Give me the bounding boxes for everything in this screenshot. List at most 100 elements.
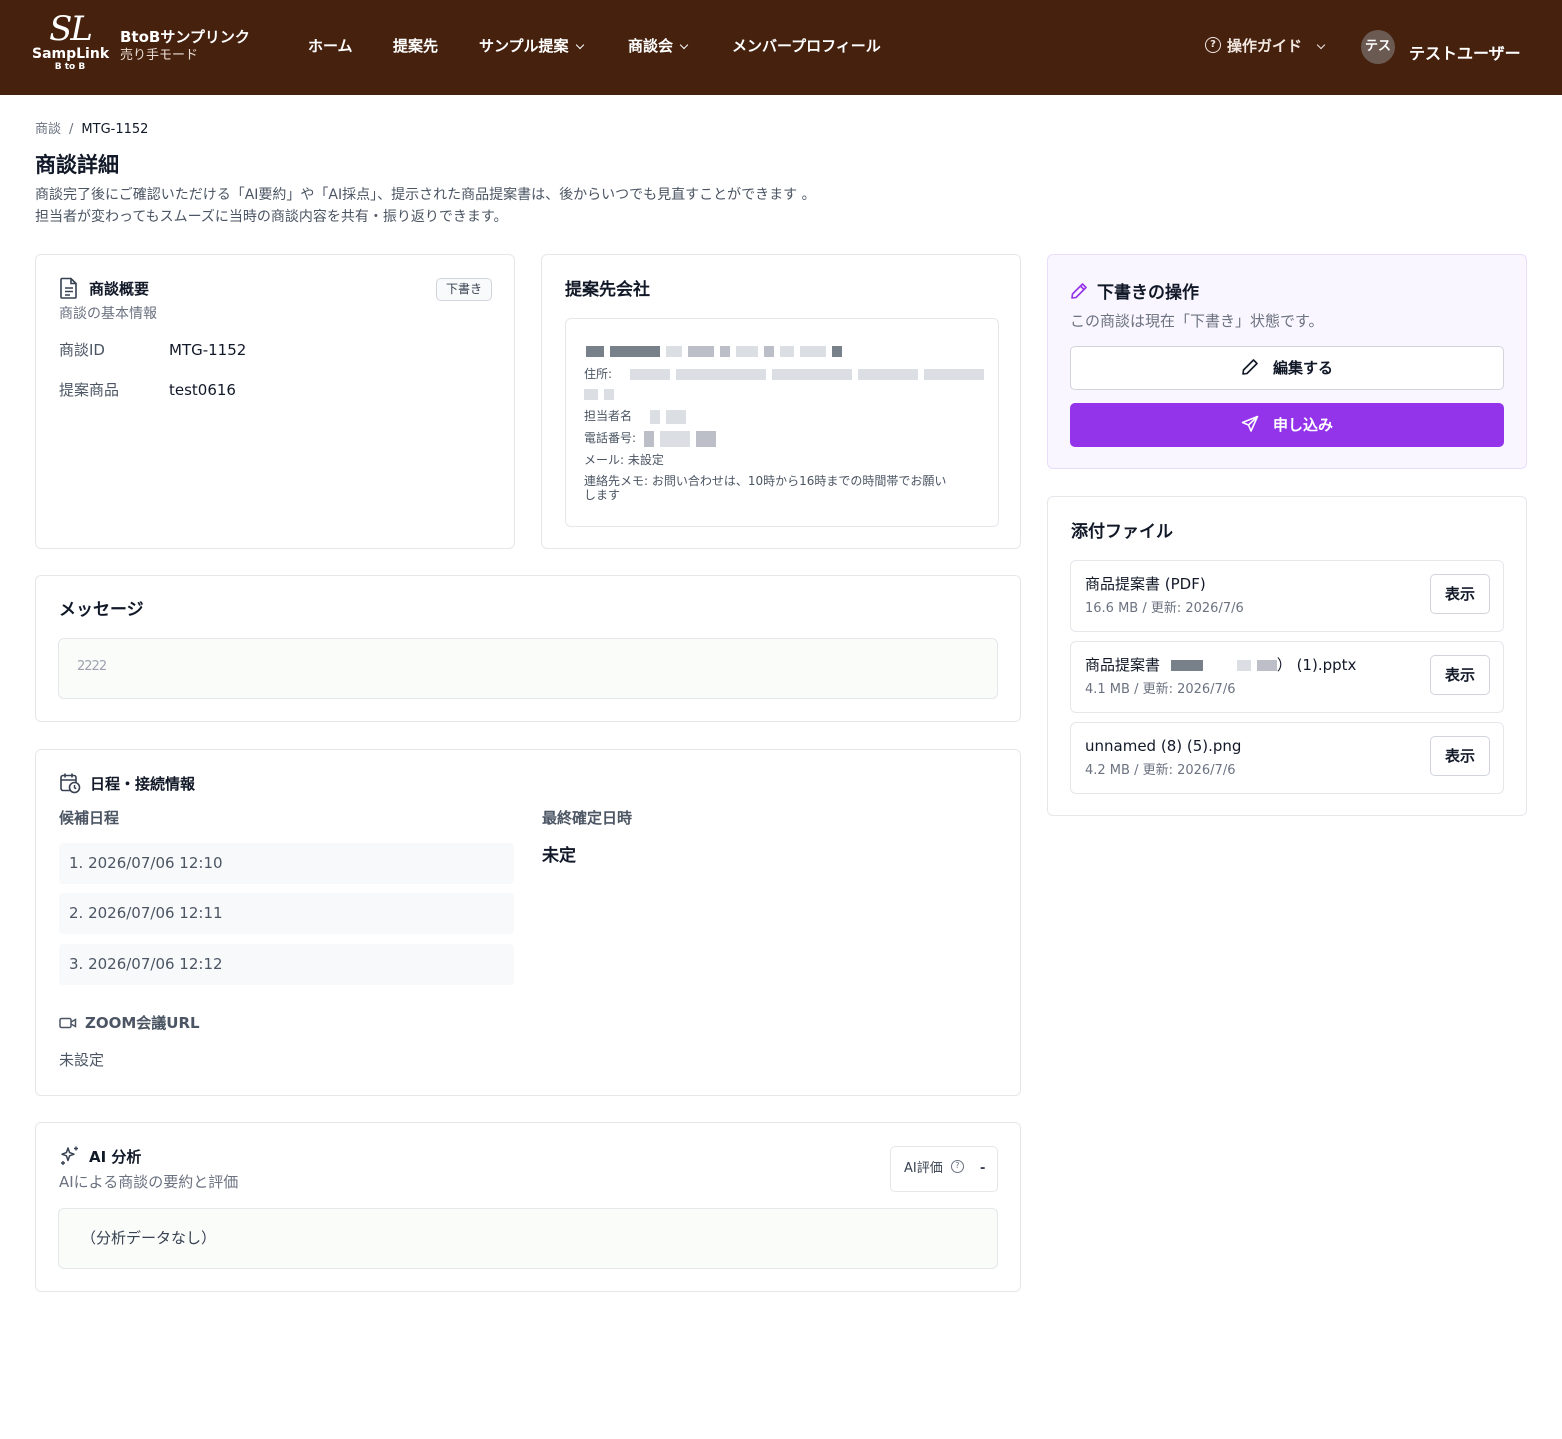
guide-label: 操作ガイド — [1227, 37, 1303, 55]
apply-label: 申し込み — [1272, 416, 1333, 434]
candidates-label: 候補日程 — [59, 809, 120, 827]
overview-card: 商談概要 商談の基本情報 下書き 商談ID MTG-1152 提案商品 test… — [35, 254, 515, 549]
breadcrumb-current: MTG-1152 — [81, 122, 149, 137]
phone-line: 電話番号: — [584, 430, 722, 447]
schedule-card: 日程・接続情報 候補日程 1. 2026/07/06 12:10 2. 2026… — [35, 749, 1021, 1096]
zoom-label: ZOOM会議URL — [85, 1014, 200, 1032]
nav-meetings[interactable]: 商談会 — [628, 34, 689, 58]
ai-subtitle: AIによる商談の要約と評価 — [59, 1173, 239, 1191]
file-item: 商品提案書 (PDF) 16.6 MB / 更新: 2026/7/6 表示 — [1070, 560, 1504, 632]
company-card: 提案先会社 住所: 担当者名 電話番号: メール: 未設定 連絡先メモ: お問い… — [541, 254, 1021, 549]
draft-actions-card: 下書きの操作 この商談は現在「下書き」状態です。 編集する 申し込み — [1047, 254, 1527, 469]
brand: BtoBサンプリンク 売り手モード — [120, 27, 250, 65]
address-label: 住所: — [584, 367, 613, 381]
zoom-value: 未設定 — [59, 1051, 105, 1069]
contact-line: 担当者名 — [584, 408, 692, 424]
ai-title: AI 分析 — [89, 1147, 142, 1166]
nav-member-profile[interactable]: メンバープロフィール — [732, 34, 881, 58]
attachments-title: 添付ファイル — [1071, 522, 1173, 542]
logo-text: SampLink — [32, 46, 110, 62]
avatar[interactable]: テス — [1361, 30, 1395, 64]
nav-sample-proposal[interactable]: サンプル提案 — [479, 34, 584, 58]
ai-analysis-card: AI 分析 AIによる商談の要約と評価 AI評価 ? - （分析データなし） — [35, 1122, 1021, 1292]
view-file-button[interactable]: 表示 — [1430, 736, 1490, 776]
guide-menu[interactable]: ? 操作ガイド — [1205, 34, 1326, 58]
edit-button[interactable]: 編集する — [1070, 346, 1504, 390]
draft-header: 下書きの操作 — [1070, 278, 1199, 303]
file-name: 商品提案書 (PDF) — [1085, 575, 1206, 593]
file-meta: 4.2 MB / 更新: 2026/7/6 — [1085, 763, 1236, 778]
draft-title: 下書きの操作 — [1097, 283, 1199, 303]
file-item: 商品提案書 ） (1).pptx 4.1 MB / 更新: 2026/7/6 表… — [1070, 641, 1504, 713]
logo-sub: B to B — [54, 62, 86, 72]
view-file-button[interactable]: 表示 — [1430, 574, 1490, 614]
message-card: メッセージ 2222 — [35, 575, 1021, 722]
page-desc-line2: 担当者が変わってもスムーズに当時の商談内容を共有・振り返りできます。 — [35, 209, 508, 225]
email-line: メール: 未設定 — [584, 453, 664, 467]
meeting-id-label: 商談ID — [59, 341, 105, 359]
ai-header: AI 分析 — [59, 1145, 141, 1167]
help-circle-icon: ? — [1205, 36, 1221, 53]
address-line: 住所: — [584, 366, 990, 382]
view-file-button[interactable]: 表示 — [1430, 655, 1490, 695]
address-line-2 — [584, 386, 620, 402]
sparkles-icon — [61, 1146, 78, 1165]
ai-rating-value: - — [980, 1161, 986, 1176]
file-meta: 16.6 MB / 更新: 2026/7/6 — [1085, 601, 1244, 616]
page-desc-line1: 商談完了後にご確認いただける「AI要約」や「AI採点」、提示された商品提案書は、… — [35, 187, 816, 203]
final-date-value: 未定 — [542, 846, 576, 866]
attachments-card: 添付ファイル 商品提案書 (PDF) 16.6 MB / 更新: 2026/7/… — [1047, 496, 1527, 816]
phone-label: 電話番号: — [584, 431, 637, 445]
candidate-slot-2: 2. 2026/07/06 12:11 — [59, 893, 514, 934]
brand-mode: 売り手モード — [120, 48, 199, 63]
schedule-title: 日程・接続情報 — [90, 774, 196, 793]
final-date-label: 最終確定日時 — [542, 809, 633, 827]
logo-mark: SL — [49, 9, 93, 49]
samplink-logo[interactable]: SL SampLink B to B — [32, 9, 110, 80]
file-name: unnamed (8) (5).png — [1085, 737, 1242, 755]
file-item: unnamed (8) (5).png 4.2 MB / 更新: 2026/7/… — [1070, 722, 1504, 794]
nav-home[interactable]: ホーム — [308, 34, 353, 58]
ai-empty-text: （分析データなし） — [81, 1229, 217, 1247]
contact-memo: 連絡先メモ: お問い合わせは、10時から16時までの時間帯でお願い します — [584, 474, 984, 502]
company-title: 提案先会社 — [565, 280, 650, 300]
help-circle-icon: ? — [950, 1160, 964, 1173]
candidate-slot-3: 3. 2026/07/06 12:12 — [59, 944, 514, 985]
page-description: 商談完了後にご確認いただける「AI要約」や「AI採点」、提示された商品提案書は、… — [35, 184, 816, 228]
chevron-down-icon — [1316, 40, 1326, 50]
breadcrumb-parent[interactable]: 商談 — [35, 122, 61, 137]
schedule-header: 日程・接続情報 — [59, 772, 195, 794]
status-badge: 下書き — [435, 278, 492, 301]
company-info-box: 住所: 担当者名 電話番号: メール: 未設定 連絡先メモ: お問い合わせは、1… — [565, 318, 999, 527]
document-icon — [60, 277, 77, 299]
video-camera-icon — [59, 1017, 77, 1028]
product-value: test0616 — [169, 381, 236, 399]
page-title: 商談詳細 — [35, 153, 119, 177]
ai-rating-button[interactable]: AI評価 ? - — [890, 1146, 998, 1192]
ai-rating-label: AI評価 — [904, 1161, 943, 1176]
apply-button[interactable]: 申し込み — [1070, 403, 1504, 447]
chevron-down-icon — [679, 40, 689, 50]
brand-name: BtoBサンプリンク — [120, 28, 250, 46]
message-title: メッセージ — [59, 600, 144, 620]
nav-prospects[interactable]: 提案先 — [393, 34, 438, 58]
file-name-prefix: 商品提案書 — [1085, 656, 1161, 674]
overview-title: 商談概要 — [89, 279, 150, 298]
ai-result-box: （分析データなし） — [58, 1208, 998, 1269]
pencil-icon — [1071, 282, 1087, 299]
message-box: 2222 — [58, 638, 998, 699]
send-icon — [1241, 415, 1259, 432]
pencil-icon — [1242, 358, 1258, 375]
contact-memo-line1: 連絡先メモ: お問い合わせは、10時から16時までの時間帯でお願い — [584, 474, 947, 488]
product-label: 提案商品 — [59, 381, 120, 399]
message-body: 2222 — [77, 659, 107, 674]
top-header: SL SampLink B to B BtoBサンプリンク 売り手モード ホーム… — [0, 0, 1562, 95]
zoom-header: ZOOM会議URL — [59, 1012, 200, 1033]
draft-status: この商談は現在「下書き」状態です。 — [1070, 312, 1324, 330]
candidate-slot-1: 1. 2026/07/06 12:10 — [59, 843, 514, 884]
breadcrumb: 商談 / MTG-1152 — [35, 121, 148, 139]
file-meta: 4.1 MB / 更新: 2026/7/6 — [1085, 682, 1236, 697]
user-name[interactable]: テストユーザー — [1409, 42, 1521, 66]
chevron-down-icon — [575, 40, 584, 50]
file-name: 商品提案書 ） (1).pptx — [1085, 655, 1356, 675]
